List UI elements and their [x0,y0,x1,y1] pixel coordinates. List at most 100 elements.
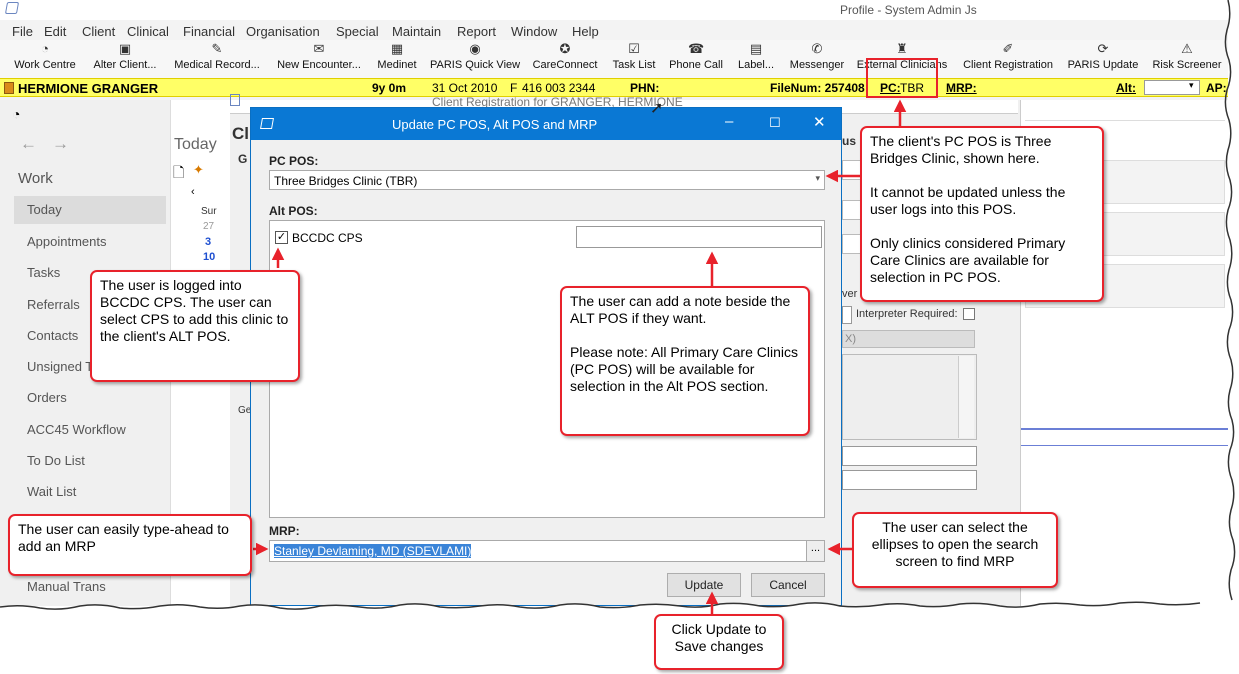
callout-logged-in: The user is logged into BCCDC CPS. The u… [90,270,300,382]
calendar-date[interactable]: 10 [203,251,215,263]
sidebar-item-acc45[interactable]: ACC45 Workflow [14,416,166,444]
window-titlebar: Profile - System Admin Js [0,0,1228,20]
patient-card-icon [4,82,14,94]
toolbar: ◔ Work Centre ▣ Alter Client... ✎ Medica… [0,40,1228,78]
minimize-icon[interactable]: – [725,113,733,130]
dialog-title: Update PC POS, Alt POS and MRP [392,117,598,132]
pc-pos-combobox[interactable]: Three Bridges Clinic (TBR) ▾ [269,170,825,190]
toolbar-risk-screener-button[interactable]: ⚠ Risk Screener [1150,42,1224,76]
toolbar-messenger-button[interactable]: ✆ Messenger [788,42,846,76]
careconnect-icon: ✪ [559,41,571,56]
vertical-scrollbar[interactable] [958,356,974,438]
mouse-cursor-icon: ➚ [650,100,664,117]
toolbar-medinet-button[interactable]: ▦ Medinet [375,42,419,76]
back-arrow-icon[interactable]: ← [20,134,37,154]
calendar-date[interactable]: 27 [203,221,214,232]
maximize-icon[interactable]: ☐ [769,115,781,131]
patient-name: HERMIONE GRANGER [18,81,159,96]
menu-report[interactable]: Report [457,24,496,39]
dialog-titlebar: Update PC POS, Alt POS and MRP – ☐ ✕ [251,108,841,140]
medinet-icon: ▦ [390,41,404,56]
readonly-panel [842,354,977,440]
text-field[interactable] [842,470,977,490]
toolbar-task-list-button[interactable]: ☑ Task List [610,42,658,76]
callout-pc-pos: The client's PC POS is Three Bridges Cli… [860,126,1104,302]
close-icon[interactable]: ✕ [813,113,826,131]
toolbar-medical-record-button[interactable]: ✎ Medical Record... [172,42,262,76]
phone-icon: ☎ [688,41,705,56]
text-field[interactable] [842,446,977,466]
interpreter-checkbox[interactable] [963,308,975,320]
menu-financial[interactable]: Financial [183,24,235,39]
paris-update-icon: ⟳ [1097,41,1109,56]
toolbar-new-encounter-button[interactable]: ✉ New Encounter... [273,42,365,76]
ap-label: AP: [1206,81,1227,95]
medical-record-icon: ✎ [211,41,223,56]
field-label: ver [842,288,858,300]
sidebar-item-today[interactable]: Today [14,196,166,224]
menu-clinical[interactable]: Clinical [127,24,169,39]
menu-bar: File Edit Client Clinical Financial Orga… [0,22,1228,40]
dialog-window-icon [260,118,274,129]
callout-note: The user can add a note beside the ALT P… [560,286,810,436]
menu-file[interactable]: File [12,24,33,39]
menu-help[interactable]: Help [572,24,599,39]
new-document-icon[interactable]: 🗋 [173,162,184,186]
update-button[interactable]: Update [667,573,741,597]
alt-pos-label: Alt POS: [269,204,318,218]
file-number: FileNum: 257408 [770,81,865,95]
external-clinicians-icon: ♜ [896,41,908,56]
toolbar-careconnect-button[interactable]: ✪ CareConnect [531,42,599,76]
today-header: Today [174,136,217,153]
pc-pos-label: PC POS: [269,154,319,168]
alt-pos-note-input[interactable] [576,226,822,248]
calendar-date[interactable]: 3 [205,236,211,248]
toolbar-work-centre-button[interactable]: ◔ Work Centre [12,42,78,76]
sidebar-item-appointments[interactable]: Appointments [14,228,166,256]
chevron-down-icon: ▾ [1189,80,1194,90]
calendar-prev-icon[interactable]: ‹ [191,186,195,198]
toolbar-paris-update-button[interactable]: ⟳ PARIS Update [1066,42,1140,76]
toolbar-label-button[interactable]: ▤ Label... [734,42,778,76]
chevron-down-icon: ▾ [815,173,820,183]
patient-age: 9y 0m [372,81,407,95]
cancel-button[interactable]: Cancel [751,573,825,597]
patient-sex: F [510,81,518,95]
ellipsis-button[interactable]: ... [806,541,824,561]
alter-client-icon: ▣ [118,41,132,56]
alt-label-link[interactable]: Alt: [1116,81,1136,95]
group-label: G [238,152,248,166]
menu-maintain[interactable]: Maintain [392,24,441,39]
toolbar-client-registration-button[interactable]: ✐ Client Registration [960,42,1056,76]
bccdc-cps-checkbox[interactable]: ✓ [275,231,288,244]
menu-window[interactable]: Window [511,24,557,39]
menu-edit[interactable]: Edit [44,24,66,39]
window-icon [230,94,240,106]
new-event-icon[interactable]: ✦ [193,162,204,178]
menu-client[interactable]: Client [82,24,115,39]
toolbar-alter-client-button[interactable]: ▣ Alter Client... [90,42,160,76]
phn-label: PHN: [630,81,660,95]
new-encounter-icon: ✉ [313,41,325,56]
mrp-label-link[interactable]: MRP: [946,81,977,95]
patient-phone: 416 003 2344 [522,81,596,95]
section-label: Cl [232,124,249,143]
sidebar-item-wait-list[interactable]: Wait List [14,478,166,506]
interpreter-label: Interpreter Required: [856,308,958,320]
menu-organisation[interactable]: Organisation [246,24,320,39]
mrp-input[interactable]: Stanley Devlaming, MD (SDEVLAMI) ... [269,540,825,562]
quick-view-icon: ◉ [469,41,481,56]
menu-special[interactable]: Special [336,24,379,39]
client-registration-icon: ✐ [1002,41,1014,56]
sidebar-item-manual-trans[interactable]: Manual Trans [14,573,166,601]
sidebar-item-to-do-list[interactable]: To Do List [14,447,166,475]
window-title: Profile - System Admin Js [840,3,977,17]
toolbar-phone-call-button[interactable]: ☎ Phone Call [668,42,724,76]
toolbar-quick-view-button[interactable]: ◉ PARIS Quick View [430,42,520,76]
pc-highlight-box [866,58,938,98]
callout-update: Click Update to Save changes [654,614,784,670]
forward-arrow-icon[interactable]: → [52,134,69,154]
callout-ellipses: The user can select the ellipses to open… [852,512,1058,588]
work-centre-icon: ◔ [41,41,49,56]
sidebar-item-orders[interactable]: Orders [14,384,166,412]
